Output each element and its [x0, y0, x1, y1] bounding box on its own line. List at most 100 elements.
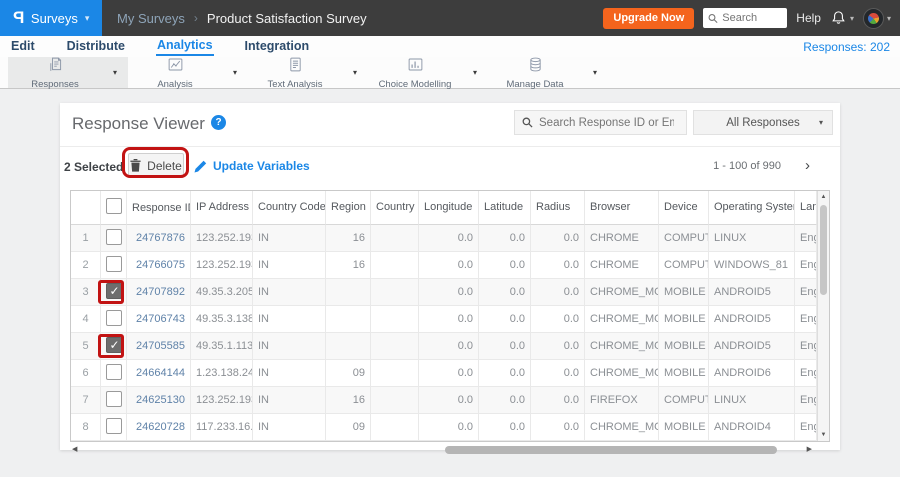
response-id-link[interactable]: 24707892 — [127, 279, 191, 306]
cell: IN — [253, 279, 326, 306]
ribbon-tab-responses[interactable]: Responses — [8, 57, 102, 90]
ribbon-tab-dropdown-text-analysis[interactable]: ▾ — [342, 57, 368, 88]
column-header-operating-system[interactable]: Operating System — [709, 191, 795, 225]
ribbon-tab-choice-modelling[interactable]: Choice Modelling — [368, 57, 462, 90]
cell: English — [795, 306, 817, 333]
row-checkbox[interactable] — [105, 228, 122, 245]
ribbon-tab-analysis[interactable]: Analysis — [128, 57, 222, 90]
column-header-device[interactable]: Device — [659, 191, 709, 225]
row-checkbox[interactable] — [105, 255, 122, 272]
ribbon-tab-dropdown-responses[interactable]: ▾ — [102, 57, 128, 88]
page-title: Response Viewer — [72, 114, 205, 133]
breadcrumb-current: Product Satisfaction Survey — [206, 10, 367, 26]
scroll-down-icon[interactable]: ▼ — [818, 432, 829, 438]
cell: 0.0 — [531, 387, 585, 414]
nav-tab-integration[interactable]: Integration — [244, 38, 311, 55]
response-id-link[interactable]: 24706743 — [127, 306, 191, 333]
pagination: 1 - 100 of 990 › — [713, 154, 810, 178]
upgrade-now-button[interactable]: Upgrade Now — [603, 7, 695, 29]
cell: WINDOWS_81 — [709, 252, 795, 279]
cell: 16 — [326, 225, 371, 252]
notifications-button[interactable]: ▾ — [830, 10, 854, 27]
column-header-longitude[interactable]: Longitude — [419, 191, 479, 225]
cell — [371, 306, 419, 333]
surveys-menu[interactable]: P Surveys ▾ — [0, 0, 102, 36]
help-icon[interactable]: ? — [211, 115, 226, 130]
cell: 0.0 — [479, 279, 531, 306]
ribbon-tab-manage-data[interactable]: Manage Data — [488, 57, 582, 90]
cell: 0.0 — [479, 225, 531, 252]
cell — [371, 252, 419, 279]
select-all-checkbox[interactable] — [106, 197, 122, 214]
cell: MOBILE — [659, 306, 709, 333]
global-search[interactable] — [703, 8, 788, 28]
response-search[interactable] — [514, 110, 687, 135]
scroll-left-icon[interactable]: ◀ — [72, 445, 77, 455]
delete-button-label: Delete — [147, 158, 182, 173]
column-header-country[interactable]: Country — [371, 191, 419, 225]
update-variables-button[interactable]: Update Variables — [194, 154, 310, 178]
column-header-latitude[interactable]: Latitude — [479, 191, 531, 225]
next-page-button[interactable]: › — [805, 156, 810, 176]
survey-nav: Edit Distribute Analytics Integration Respo… — [0, 36, 900, 57]
header-select-all[interactable] — [101, 191, 127, 225]
row-checkbox-cell — [101, 414, 127, 441]
response-id-link[interactable]: 24767876 — [127, 225, 191, 252]
row-checkbox[interactable] — [105, 279, 122, 304]
ribbon-group-text-analysis: Text Analysis ▾ — [248, 56, 368, 90]
cell: 49.35.3.205 — [191, 279, 253, 306]
horizontal-scrollbar-thumb[interactable] — [445, 446, 777, 454]
row-checkbox[interactable] — [105, 363, 122, 380]
help-link[interactable]: Help — [796, 11, 821, 25]
cell: 09 — [326, 414, 371, 441]
column-header-ip-address[interactable]: IP Address — [191, 191, 253, 225]
cell: 0.0 — [531, 360, 585, 387]
cell: 117.233.16.177 — [191, 414, 253, 441]
response-search-input[interactable] — [539, 116, 674, 129]
ribbon-tab-dropdown-choice-modelling[interactable]: ▾ — [462, 57, 488, 88]
row-number: 5 — [71, 333, 101, 360]
response-id-link[interactable]: 24664144 — [127, 360, 191, 387]
ribbon-tab-text-analysis[interactable]: Text Analysis — [248, 56, 342, 90]
column-header-country-code[interactable]: Country Code — [253, 191, 326, 225]
cell — [371, 360, 419, 387]
row-checkbox[interactable] — [105, 390, 122, 407]
cell: 0.0 — [531, 414, 585, 441]
ribbon-tab-dropdown-manage-data[interactable]: ▾ — [582, 57, 608, 88]
responses-filter-dropdown[interactable]: All Responses ▾ — [693, 110, 833, 135]
delete-button[interactable]: Delete — [128, 153, 184, 178]
column-header-response-id[interactable]: Response ID▲ — [127, 191, 191, 225]
response-id-link[interactable]: 24620728 — [127, 414, 191, 441]
cell: 0.0 — [531, 279, 585, 306]
scroll-right-icon[interactable]: ▶ — [807, 445, 812, 455]
response-id-link[interactable]: 24705585 — [127, 333, 191, 360]
cell: 0.0 — [419, 360, 479, 387]
responses-count[interactable]: Responses: 202 — [803, 40, 900, 54]
cell: 0.0 — [419, 225, 479, 252]
column-header-language[interactable]: Language — [795, 191, 817, 225]
header-row-number[interactable] — [71, 191, 101, 225]
row-number: 6 — [71, 360, 101, 387]
nav-tab-analytics[interactable]: Analytics — [155, 37, 214, 56]
vertical-scrollbar-thumb[interactable] — [820, 205, 827, 295]
breadcrumb-my-surveys[interactable]: My Surveys — [117, 11, 185, 26]
row-number: 3 — [71, 279, 101, 306]
cell: 16 — [326, 252, 371, 279]
text-analysis-icon — [287, 56, 304, 78]
cell: LINUX — [709, 225, 795, 252]
response-id-link[interactable]: 24625130 — [127, 387, 191, 414]
nav-tab-distribute[interactable]: Distribute — [66, 38, 126, 55]
row-checkbox[interactable] — [105, 333, 122, 358]
nav-tab-edit[interactable]: Edit — [10, 38, 36, 55]
ribbon-group-responses: Responses ▾ — [8, 57, 128, 90]
row-checkbox[interactable] — [105, 309, 122, 326]
ribbon-tab-dropdown-analysis[interactable]: ▾ — [222, 57, 248, 88]
account-menu[interactable]: ▾ — [862, 7, 891, 29]
column-header-radius[interactable]: Radius — [531, 191, 585, 225]
column-header-region[interactable]: Region — [326, 191, 371, 225]
global-search-input[interactable] — [722, 12, 783, 24]
column-header-browser[interactable]: Browser — [585, 191, 659, 225]
response-id-link[interactable]: 24766075 — [127, 252, 191, 279]
row-checkbox[interactable] — [105, 417, 122, 434]
scroll-up-icon[interactable]: ▲ — [818, 194, 829, 200]
